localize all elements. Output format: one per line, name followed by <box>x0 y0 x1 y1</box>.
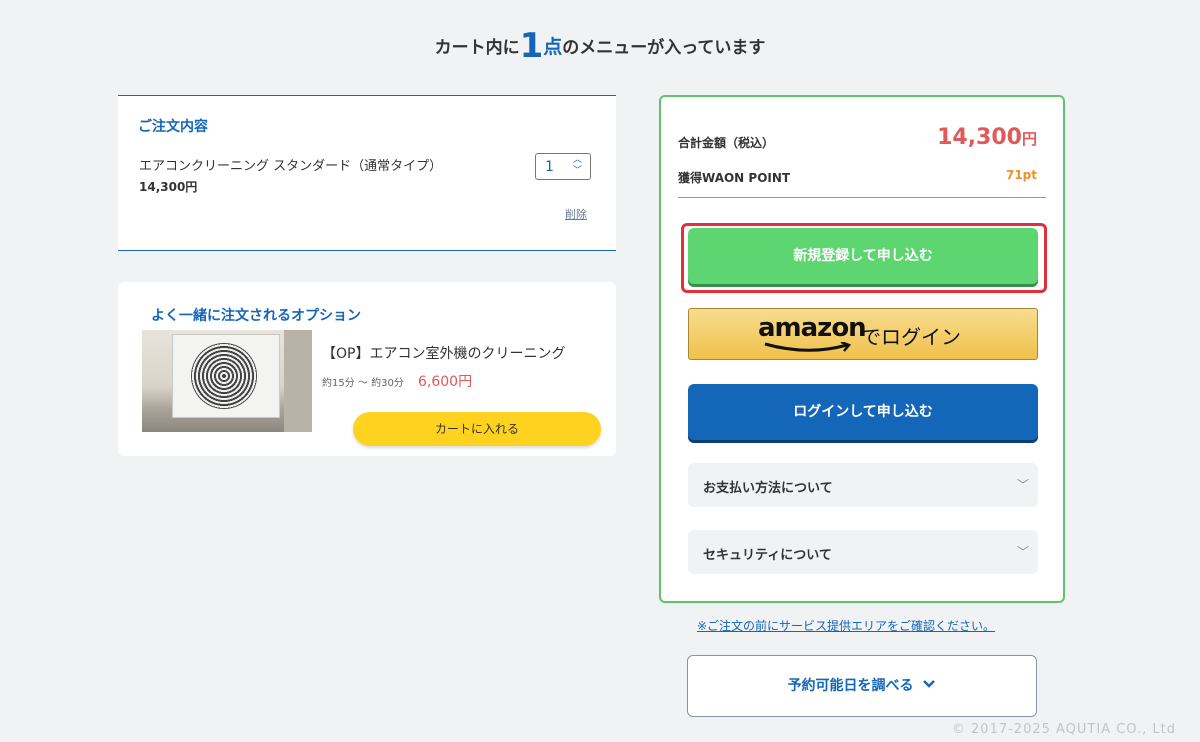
total-amount: 14,300 <box>937 125 1022 150</box>
cart-count-unit: 点 <box>543 36 563 58</box>
points-value: 71pt <box>1005 168 1037 182</box>
copyright: © 2017-2025 AQUTIA CO., Ltd <box>951 722 1176 737</box>
security-accordion-label: セキュリティについて <box>703 548 832 563</box>
page-heading: カート内に1点のメニューが入っています <box>0 26 1200 66</box>
option-price: 6,600円 <box>418 374 473 390</box>
option-card: よく一緒に注文されるオプション 【OP】エアコン室外機のクリーニング 約15分 … <box>118 282 616 456</box>
amazon-login-text: でログイン <box>861 325 961 349</box>
amazon-smile-icon <box>764 342 852 352</box>
chevron-down-icon <box>923 680 936 688</box>
summary-card: 合計金額（税込） 14,300円 獲得WAON POINT 71pt 新規登録し… <box>659 95 1065 603</box>
quantity-value: 1 <box>545 159 554 175</box>
option-title: よく一緒に注文されるオプション <box>151 308 361 324</box>
check-availability-label: 予約可能日を調べる <box>787 678 914 694</box>
divider <box>678 197 1046 198</box>
delete-link[interactable]: 削除 <box>565 206 587 222</box>
security-accordion[interactable]: セキュリティについて ﹀ <box>688 530 1038 574</box>
outdoor-unit-image <box>142 330 312 432</box>
add-to-cart-button[interactable]: カートに入れる <box>353 412 601 446</box>
payment-accordion-label: お支払い方法について <box>703 481 833 496</box>
heading-suffix: のメニューが入っています <box>562 38 766 58</box>
total-value: 14,300円 <box>937 125 1037 150</box>
order-card: ご注文内容 エアコンクリーニング スタンダード（通常タイプ） 14,300円 1… <box>118 95 616 251</box>
amazon-logo: amazon <box>758 313 867 343</box>
order-title: ご注文内容 <box>138 119 208 135</box>
stepper-arrows-icon[interactable]: ︿ ﹀ <box>573 155 582 177</box>
chevron-down-icon: ﹀ <box>1016 545 1029 559</box>
total-label: 合計金額（税込） <box>678 136 775 150</box>
order-item-name: エアコンクリーニング スタンダード（通常タイプ） <box>139 159 443 174</box>
chevron-down-icon: ﹀ <box>1016 478 1029 492</box>
quantity-stepper[interactable]: 1 ︿ ﹀ <box>535 153 591 180</box>
cart-count: 1 <box>519 26 544 66</box>
register-button[interactable]: 新規登録して申し込む <box>688 228 1038 284</box>
points-label: 獲得WAON POINT <box>678 171 791 185</box>
service-area-link[interactable]: ※ご注文の前にサービス提供エリアをご確認ください。 <box>697 617 995 634</box>
amazon-login-button[interactable]: amazon でログイン <box>688 308 1038 360</box>
check-availability-button[interactable]: 予約可能日を調べる <box>687 655 1037 717</box>
option-time: 約15分 ～ 約30分 <box>322 378 404 389</box>
option-name: 【OP】エアコン室外機のクリーニング <box>322 346 566 362</box>
total-unit: 円 <box>1021 130 1037 148</box>
login-button[interactable]: ログインして申し込む <box>688 384 1038 440</box>
payment-accordion[interactable]: お支払い方法について ﹀ <box>688 463 1038 507</box>
order-item-price: 14,300円 <box>139 180 198 194</box>
heading-prefix: カート内に <box>434 38 520 58</box>
